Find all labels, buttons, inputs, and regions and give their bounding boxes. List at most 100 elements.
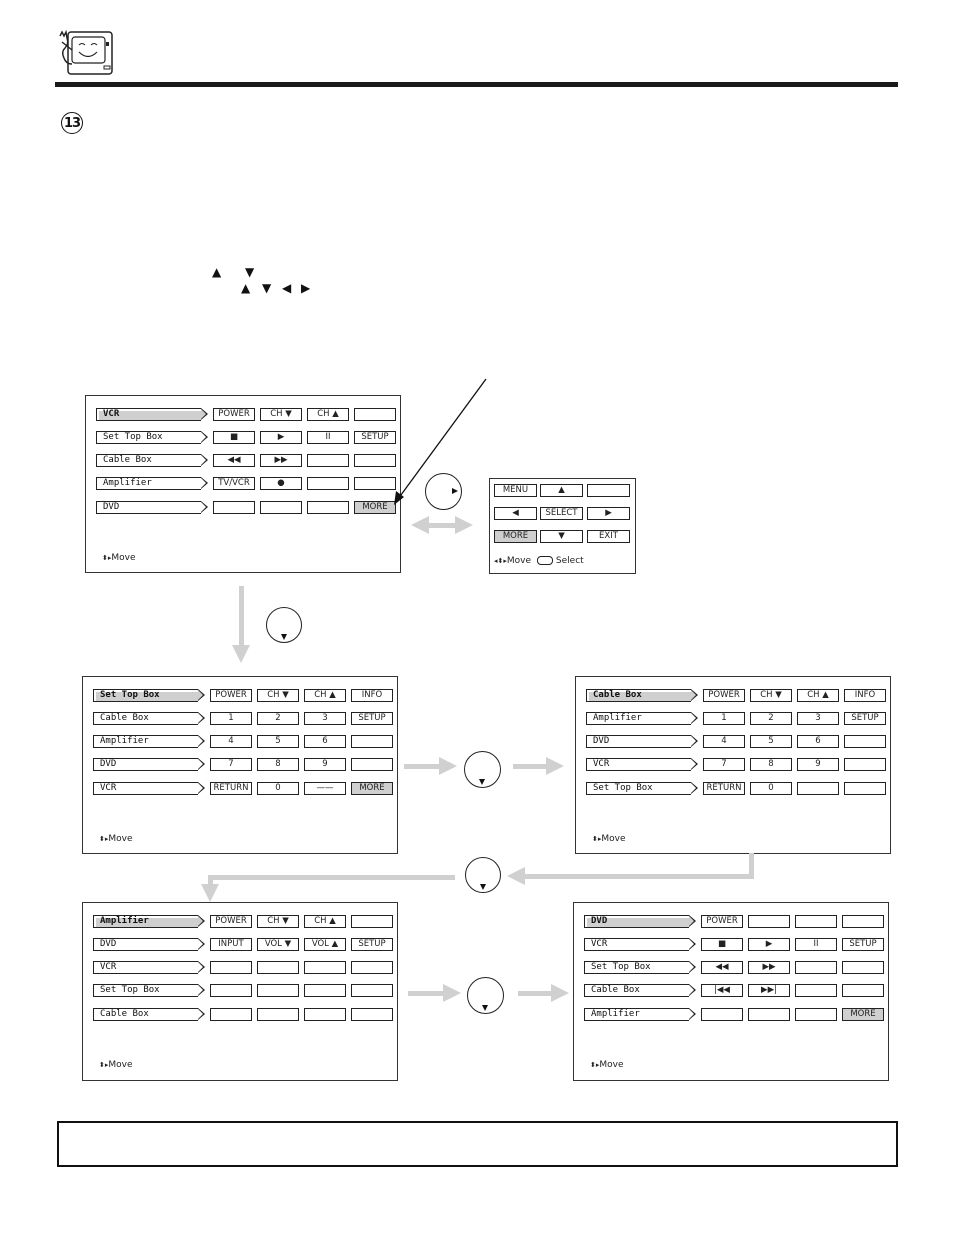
more-button[interactable]: MORE <box>842 1008 884 1021</box>
blank-button[interactable] <box>842 915 884 928</box>
play-button[interactable]: ▶ <box>748 938 790 951</box>
blank-button[interactable] <box>797 782 839 795</box>
blank-button[interactable] <box>213 501 255 514</box>
blank-button[interactable] <box>795 984 837 997</box>
blank-button[interactable] <box>210 1008 252 1021</box>
8-button[interactable]: 8 <box>750 758 792 771</box>
fast-forward-button[interactable]: ▶▶ <box>260 454 302 467</box>
9-button[interactable]: 9 <box>797 758 839 771</box>
blank-button[interactable] <box>210 984 252 997</box>
device-tab-amplifier[interactable]: Amplifier <box>93 915 205 928</box>
device-tab-set-top-box[interactable]: Set Top Box <box>93 689 205 702</box>
blank-button[interactable] <box>844 735 886 748</box>
return-button[interactable]: RETURN <box>210 782 252 795</box>
skip-back-button[interactable]: |◀◀ <box>701 984 743 997</box>
power-button[interactable]: POWER <box>213 408 255 421</box>
blank-button[interactable] <box>351 961 393 974</box>
power-button[interactable]: POWER <box>210 689 252 702</box>
blank-button[interactable] <box>351 915 393 928</box>
setup-button[interactable]: SETUP <box>842 938 884 951</box>
blank-button[interactable] <box>304 1008 346 1021</box>
record-button[interactable]: ● <box>260 477 302 490</box>
blank-button[interactable] <box>351 984 393 997</box>
device-tab-cable-box[interactable]: Cable Box <box>96 454 208 467</box>
blank-button[interactable] <box>307 501 349 514</box>
device-tab-amplifier[interactable]: Amplifier <box>93 735 205 748</box>
tv-vcr-button[interactable]: TV/VCR <box>213 477 255 490</box>
blank-button[interactable] <box>351 735 393 748</box>
stop-button[interactable]: ■ <box>701 938 743 951</box>
8-button[interactable]: 8 <box>257 758 299 771</box>
4-button[interactable]: 4 <box>210 735 252 748</box>
device-tab-amplifier[interactable]: Amplifier <box>96 477 208 490</box>
device-tab-amplifier[interactable]: Amplifier <box>584 1008 696 1021</box>
info-button[interactable]: INFO <box>351 689 393 702</box>
setup-button[interactable]: SETUP <box>351 712 393 725</box>
device-tab-vcr[interactable]: VCR <box>93 782 205 795</box>
blank-button[interactable] <box>844 758 886 771</box>
device-tab-dvd[interactable]: DVD <box>96 501 208 514</box>
1-button[interactable]: 1 <box>210 712 252 725</box>
device-tab-amplifier[interactable]: Amplifier <box>586 712 698 725</box>
exit-button[interactable]: EXIT <box>587 530 630 543</box>
up-button[interactable]: ▲ <box>540 484 583 497</box>
blank-button[interactable] <box>351 758 393 771</box>
device-tab-dvd[interactable]: DVD <box>93 938 205 951</box>
setup-button[interactable]: SETUP <box>351 938 393 951</box>
device-tab-cable-box[interactable]: Cable Box <box>586 689 698 702</box>
5-button[interactable]: 5 <box>750 735 792 748</box>
5-button[interactable]: 5 <box>257 735 299 748</box>
4-button[interactable]: 4 <box>703 735 745 748</box>
blank-button[interactable] <box>795 915 837 928</box>
power-button[interactable]: POWER <box>210 915 252 928</box>
ch-button[interactable]: CH ▲ <box>304 689 346 702</box>
6-button[interactable]: 6 <box>304 735 346 748</box>
ch-button[interactable]: CH ▼ <box>260 408 302 421</box>
device-tab-set-top-box[interactable]: Set Top Box <box>93 984 205 997</box>
9-button[interactable]: 9 <box>304 758 346 771</box>
ch-button[interactable]: CH ▼ <box>257 915 299 928</box>
device-tab-dvd[interactable]: DVD <box>586 735 698 748</box>
ch-button[interactable]: CH ▼ <box>257 689 299 702</box>
7-button[interactable]: 7 <box>703 758 745 771</box>
blank-button[interactable] <box>587 484 630 497</box>
ch-button[interactable]: CH ▲ <box>307 408 349 421</box>
blank-button[interactable] <box>210 961 252 974</box>
info-button[interactable]: INFO <box>844 689 886 702</box>
blank-button[interactable] <box>304 961 346 974</box>
blank-button[interactable] <box>304 984 346 997</box>
device-tab-cable-box[interactable]: Cable Box <box>93 1008 205 1021</box>
dash-button[interactable]: —— <box>304 782 346 795</box>
more-button[interactable]: MORE <box>494 530 537 543</box>
device-tab-vcr[interactable]: VCR <box>584 938 696 951</box>
setup-button[interactable]: SETUP <box>844 712 886 725</box>
device-tab-set-top-box[interactable]: Set Top Box <box>96 431 208 444</box>
device-tab-dvd[interactable]: DVD <box>584 915 696 928</box>
pause-button[interactable]: II <box>795 938 837 951</box>
more-button[interactable]: MORE <box>351 782 393 795</box>
ch-button[interactable]: CH ▲ <box>797 689 839 702</box>
select-button[interactable]: SELECT <box>540 507 583 520</box>
device-tab-set-top-box[interactable]: Set Top Box <box>584 961 696 974</box>
return-button[interactable]: RETURN <box>703 782 745 795</box>
left-button[interactable]: ◀ <box>494 507 537 520</box>
skip-forward-button[interactable]: ▶▶| <box>748 984 790 997</box>
device-tab-vcr[interactable]: VCR <box>96 408 208 421</box>
blank-button[interactable] <box>257 961 299 974</box>
rewind-button[interactable]: ◀◀ <box>701 961 743 974</box>
down-button[interactable]: ▼ <box>540 530 583 543</box>
ch-button[interactable]: CH ▼ <box>750 689 792 702</box>
device-tab-set-top-box[interactable]: Set Top Box <box>586 782 698 795</box>
ch-button[interactable]: CH ▲ <box>304 915 346 928</box>
vol-button[interactable]: VOL ▼ <box>257 938 299 951</box>
blank-button[interactable] <box>842 961 884 974</box>
power-button[interactable]: POWER <box>701 915 743 928</box>
blank-button[interactable] <box>257 984 299 997</box>
blank-button[interactable] <box>260 501 302 514</box>
power-button[interactable]: POWER <box>703 689 745 702</box>
menu-button[interactable]: MENU <box>494 484 537 497</box>
2-button[interactable]: 2 <box>750 712 792 725</box>
3-button[interactable]: 3 <box>304 712 346 725</box>
blank-button[interactable] <box>795 1008 837 1021</box>
blank-button[interactable] <box>307 454 349 467</box>
